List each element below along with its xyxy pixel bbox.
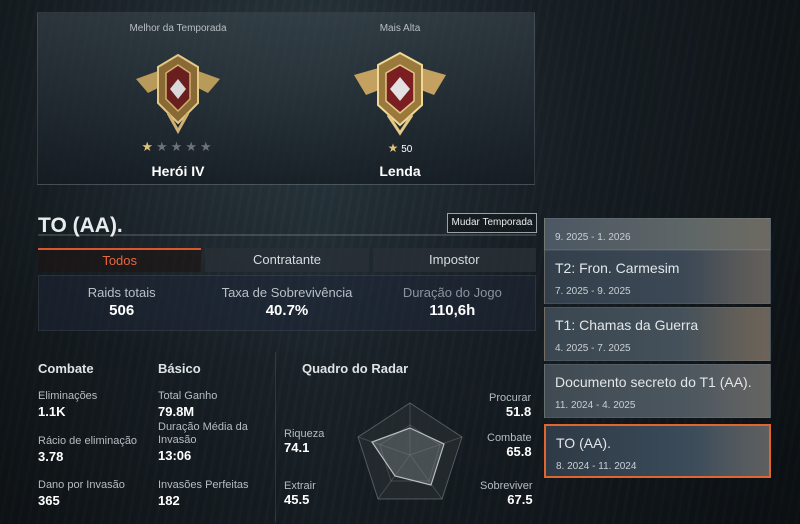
- stat-label: Dano por Invasão: [38, 479, 125, 491]
- stat-value: 13:06: [158, 448, 192, 463]
- basic-heading: Básico: [158, 361, 201, 376]
- season-card[interactable]: T1: Chamas da Guerra 4. 2025 - 7. 2025: [544, 307, 771, 361]
- stat-play-time: Duração do Jogo 110,6h: [370, 276, 535, 330]
- season-card[interactable]: 9. 2025 - 1. 2026: [544, 218, 771, 250]
- hero-medal-icon: [136, 53, 220, 135]
- tab-all[interactable]: Todos: [38, 248, 202, 272]
- mode-tabs: Todos Contratante Impostor: [38, 248, 536, 272]
- radar-heading: Quadro do Radar: [302, 361, 409, 376]
- star-count-value: 50: [401, 144, 413, 155]
- radar-value: 65.8: [506, 444, 532, 459]
- stat-label: Taxa de Sobrevivência: [221, 285, 353, 300]
- stat-label: Raids totais: [87, 285, 156, 300]
- divider: [275, 352, 276, 522]
- stat-label: Duração Média da Invasão: [158, 421, 248, 446]
- radar-extract: Extrair 45.5: [284, 480, 316, 507]
- season-dates: 8. 2024 - 11. 2024: [556, 461, 637, 472]
- stat-value: 110,6h: [429, 302, 476, 319]
- best-rank-stars: ★★★★★: [141, 139, 215, 154]
- season-name: TO (AA).: [556, 435, 611, 451]
- stat-value: 40.7%: [265, 302, 309, 319]
- season-name: T2: Fron. Carmesim: [555, 260, 680, 276]
- season-art: [700, 365, 770, 417]
- season-art: [700, 251, 770, 303]
- stat-label: Duração do Jogo: [402, 285, 502, 300]
- stat-total-raids: Raids totais 506: [39, 276, 204, 330]
- stat-label: Rácio de eliminação: [38, 435, 138, 447]
- radar-value: 74.1: [284, 440, 310, 455]
- season-card[interactable]: Documento secreto do T1 (AA). 11. 2024 -…: [544, 364, 771, 418]
- kill-ratio-stat: Rácio de eliminação 3.78: [38, 435, 137, 464]
- avg-raid-duration-stat: Duração Média da Invasão 13:06: [158, 421, 268, 463]
- tab-impostor[interactable]: Impostor: [372, 248, 536, 272]
- radar-label: Sobreviver: [480, 480, 533, 492]
- summary-stats: Raids totais 506 Taxa de Sobrevivência 4…: [38, 275, 536, 331]
- season-card-selected[interactable]: TO (AA). 8. 2024 - 11. 2024: [544, 424, 771, 478]
- stat-value: 79.8M: [158, 404, 195, 419]
- radar-value: 51.8: [505, 404, 532, 419]
- best-rank-caption: Melhor da Temporada: [129, 23, 227, 34]
- season-art: [700, 308, 770, 360]
- radar-chart: [357, 402, 463, 500]
- stat-label: Total Ganho: [158, 390, 218, 402]
- season-art: [700, 219, 770, 249]
- highest-rank-caption: Mais Alta: [379, 23, 421, 34]
- combat-heading: Combate: [38, 361, 94, 376]
- season-art: [699, 426, 769, 476]
- season-dates: 7. 2025 - 9. 2025: [555, 286, 631, 297]
- highest-rank-star-count: ★ 50: [300, 141, 500, 155]
- stat-value: 1.1K: [38, 404, 66, 419]
- radar-wealth: Riqueza 74.1: [284, 428, 324, 455]
- season-name: T1: Chamas da Guerra: [555, 317, 699, 333]
- radar-value: 45.5: [284, 492, 310, 507]
- radar-label: Procurar: [489, 392, 532, 404]
- stat-survival-rate: Taxa de Sobrevivência 40.7%: [204, 276, 369, 330]
- highest-rank: Mais Alta ★ 50 Lenda: [300, 13, 500, 186]
- stat-label: Eliminações: [38, 390, 98, 402]
- stat-value: 365: [38, 493, 60, 508]
- damage-per-raid-stat: Dano por Invasão 365: [38, 479, 125, 508]
- star-icon: ★: [387, 141, 399, 155]
- season-card[interactable]: T2: Fron. Carmesim 7. 2025 - 9. 2025: [544, 250, 771, 304]
- rank-panel: Melhor da Temporada ★★★★★ Herói IV Mais …: [37, 12, 535, 185]
- best-season-rank: Melhor da Temporada ★★★★★ Herói IV: [78, 13, 278, 186]
- divider: [38, 234, 536, 236]
- stat-value: 182: [158, 493, 180, 508]
- change-season-button[interactable]: Mudar Temporada: [447, 213, 537, 233]
- radar-survive: Sobreviver 67.5: [480, 480, 533, 507]
- radar-search: Procurar 51.8: [489, 392, 531, 419]
- stat-value: 506: [109, 302, 135, 319]
- season-dates: 9. 2025 - 1. 2026: [555, 232, 631, 243]
- radar-label: Extrair: [284, 480, 316, 492]
- kills-stat: Eliminações 1.1K: [38, 390, 97, 419]
- total-earned-stat: Total Ganho 79.8M: [158, 390, 217, 419]
- radar-combat: Combate 65.8: [487, 432, 532, 459]
- highest-rank-name: Lenda: [379, 163, 421, 179]
- tab-contractor[interactable]: Contratante: [205, 248, 369, 272]
- stat-label: Invasões Perfeitas: [158, 479, 249, 491]
- radar-value: 67.5: [507, 492, 533, 507]
- radar-label: Combate: [487, 432, 532, 444]
- stat-value: 3.78: [38, 449, 64, 464]
- legend-medal-icon: [354, 51, 446, 136]
- season-dates: 4. 2025 - 7. 2025: [555, 343, 631, 354]
- season-dates: 11. 2024 - 4. 2025: [555, 400, 636, 411]
- season-name: Documento secreto do T1 (AA).: [555, 374, 752, 390]
- radar-label: Riqueza: [284, 428, 325, 440]
- best-rank-name: Herói IV: [151, 163, 205, 179]
- perfect-raids-stat: Invasões Perfeitas 182: [158, 479, 249, 508]
